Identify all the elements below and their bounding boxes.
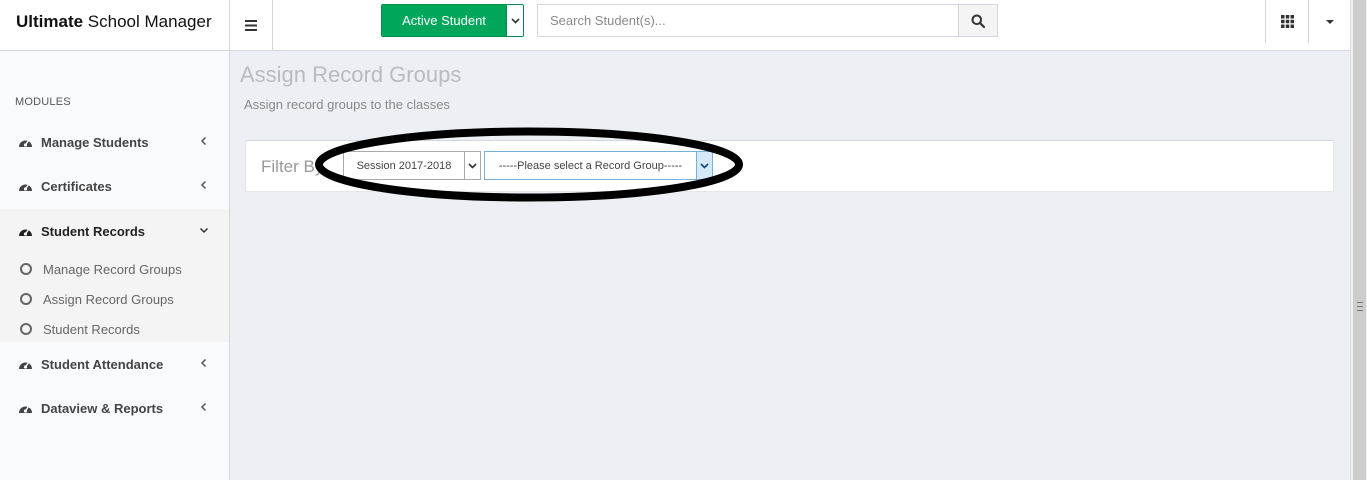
page-subtitle: Assign record groups to the classes <box>244 97 450 112</box>
submenu-item-assign-record-groups[interactable]: Assign Record Groups <box>0 284 229 314</box>
grid-icon <box>1280 15 1294 28</box>
filter-panel: Filter By Session 2017-2018 -----Please … <box>245 140 1334 192</box>
submenu-item-label: Student Records <box>43 321 140 337</box>
dashboard-icon <box>18 180 33 192</box>
chevron-left-icon <box>200 358 207 368</box>
submenu-item-student-records[interactable]: Student Records <box>0 314 229 344</box>
search-input[interactable] <box>537 4 958 37</box>
user-menu-button[interactable] <box>1308 0 1350 43</box>
scrollbar-grip-icon <box>1357 302 1363 311</box>
circle-icon <box>20 323 32 335</box>
submenu-item-label: Assign Record Groups <box>43 291 174 307</box>
hamburger-icon <box>245 20 257 31</box>
caret-down-icon <box>1325 19 1334 24</box>
sidebar-item-label: Student Records <box>41 223 146 239</box>
active-student-button[interactable]: Active Student <box>382 5 506 36</box>
modules-header: MODULES <box>15 96 71 108</box>
sidebar-item-manage-students[interactable]: Manage Students <box>0 120 229 164</box>
apps-menu-button[interactable] <box>1265 0 1308 43</box>
chevron-down-icon <box>199 227 209 234</box>
search-button[interactable] <box>958 4 998 37</box>
page-title: Assign Record Groups <box>240 62 462 87</box>
record-group-select-arrow[interactable] <box>696 152 712 179</box>
search-icon <box>971 14 985 28</box>
brand-rest: School Manager <box>83 12 212 31</box>
submenu-item-manage-record-groups[interactable]: Manage Record Groups <box>0 254 229 284</box>
sidebar-item-label: Dataview & Reports <box>41 400 164 416</box>
dashboard-icon <box>18 402 33 414</box>
sidebar-toggle-button[interactable] <box>230 0 273 51</box>
record-group-select[interactable]: -----Please select a Record Group----- <box>484 151 713 180</box>
sidebar-item-label: Certificates <box>41 178 112 194</box>
dashboard-icon <box>18 225 33 237</box>
session-select-arrow[interactable] <box>464 152 480 179</box>
sidebar-item-certificates[interactable]: Certificates <box>0 164 229 208</box>
active-student-caret[interactable] <box>506 5 523 36</box>
sidebar-item-label: Manage Students <box>41 134 149 150</box>
record-group-select-value: -----Please select a Record Group----- <box>498 159 683 172</box>
scrollbar-thumb[interactable] <box>1353 0 1366 480</box>
submenu-item-label: Manage Record Groups <box>43 261 182 277</box>
session-select-value: Session 2017-2018 <box>356 159 452 172</box>
top-header: Ultimate School Manager Active Student <box>0 0 1350 51</box>
chevron-down-icon <box>510 17 520 24</box>
circle-icon <box>20 263 32 275</box>
search-bar <box>537 4 998 37</box>
brand-logo[interactable]: Ultimate School Manager <box>0 0 230 51</box>
sidebar-item-student-attendance[interactable]: Student Attendance <box>0 342 229 386</box>
dashboard-icon <box>18 358 33 370</box>
student-records-submenu: Manage Record Groups Assign Record Group… <box>0 253 229 342</box>
dashboard-icon <box>18 136 33 148</box>
chevron-left-icon <box>200 402 207 412</box>
sidebar-item-student-records[interactable]: Student Records <box>0 209 229 253</box>
circle-icon <box>20 293 32 305</box>
page-scrollbar[interactable] <box>1350 0 1367 480</box>
chevron-left-icon <box>200 180 207 190</box>
filter-label: Filter By <box>261 157 324 176</box>
active-student-dropdown[interactable]: Active Student <box>381 4 524 37</box>
sidebar-item-label: Student Attendance <box>41 356 164 372</box>
brand-bold: Ultimate <box>16 12 84 31</box>
sidebar: MODULES Manage Students Certificates Stu… <box>0 51 230 480</box>
chevron-left-icon <box>200 136 207 146</box>
chevron-down-icon <box>700 162 709 169</box>
sidebar-item-dataview-reports[interactable]: Dataview & Reports <box>0 386 229 430</box>
session-select[interactable]: Session 2017-2018 <box>343 151 481 180</box>
chevron-down-icon <box>468 162 477 169</box>
